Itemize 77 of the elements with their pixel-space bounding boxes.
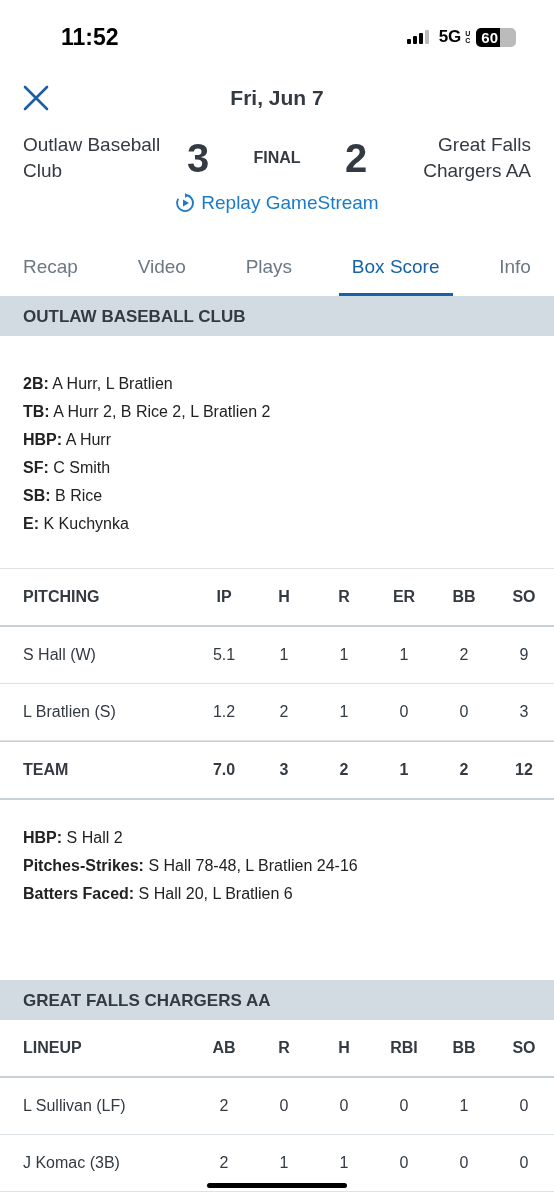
network-label: 5G — [438, 27, 462, 47]
table-cell-text: 1 — [338, 703, 350, 721]
table-cell-text: 0 — [338, 1097, 350, 1115]
table-cell-text: 1 — [398, 761, 410, 779]
stat-note: TB: A Hurr 2, B Rice 2, L Bratlien 2 — [23, 402, 272, 422]
stat-note: E: K Kuchynka — [23, 514, 130, 534]
table-cell-text: 1 — [338, 646, 350, 664]
column-header: AB — [211, 1039, 237, 1057]
tab[interactable]: Plays — [232, 248, 306, 296]
table-cell-text: 0 — [278, 1097, 290, 1115]
table-cell-text: 0 — [458, 1154, 470, 1172]
team-score: 3 — [185, 135, 211, 181]
column-header: SO — [511, 588, 537, 606]
section-header: OUTLAW BASEBALL CLUB — [0, 296, 554, 336]
replay-icon[interactable] — [175, 193, 196, 213]
stat-note: 2B: A Hurr, L Bratlien — [23, 374, 174, 394]
table-cell-text: 1 — [458, 1097, 470, 1115]
tab[interactable]: Video — [124, 248, 199, 296]
table-cell-text: 1.2 — [211, 703, 237, 721]
status-time: 11:52 — [61, 23, 119, 51]
table-cell-text: 7.0 — [211, 761, 237, 779]
stat-note: Batters Faced: S Hall 20, L Bratlien 6 — [23, 884, 294, 904]
table-cell-text: 12 — [514, 761, 534, 779]
table-cell-text: 9 — [518, 646, 530, 664]
stat-note: SF: C Smith — [23, 458, 112, 478]
table-cell-text: 1 — [278, 1154, 290, 1172]
table-cell-text: 2 — [338, 761, 350, 779]
section-header: GREAT FALLS CHARGERS AA — [0, 980, 554, 1020]
table-cell-text: 0 — [458, 703, 470, 721]
table-cell-text: S Hall (W) — [22, 646, 97, 664]
team-name: Outlaw Baseball Club — [23, 133, 162, 183]
stat-note: SB: B Rice — [23, 486, 104, 506]
table-cell-text: 0 — [518, 1154, 530, 1172]
column-header: RBI — [389, 1039, 419, 1057]
column-header: H — [277, 588, 291, 606]
table-cell-text: 0 — [398, 1097, 410, 1115]
game-status: FINAL — [252, 149, 302, 167]
column-header: PITCHING — [22, 588, 101, 606]
column-header: BB — [451, 588, 477, 606]
table-cell-text: 3 — [278, 761, 290, 779]
table-cell-text: 5.1 — [211, 646, 237, 664]
game-date: Fri, Jun 7 — [230, 86, 324, 110]
table-cell-text: 1 — [338, 1154, 350, 1172]
table-cell-text: 2 — [218, 1154, 230, 1172]
column-header: LINEUP — [22, 1039, 83, 1057]
table-cell-text: 0 — [398, 1154, 410, 1172]
table-cell-text: 2 — [278, 703, 290, 721]
table-cell-text: 2 — [458, 761, 470, 779]
column-header: R — [337, 588, 351, 606]
table-cell-text: 0 — [518, 1097, 530, 1115]
team-name: Great Falls Chargers AA — [422, 133, 531, 183]
table-cell-text: 1 — [398, 646, 410, 664]
battery-level: 60 — [476, 27, 516, 47]
column-header: H — [337, 1039, 351, 1057]
table-cell-text: 2 — [218, 1097, 230, 1115]
table-cell-text: L Bratlien (S) — [22, 703, 117, 721]
signal-icon — [406, 30, 431, 44]
table-cell-text: 2 — [458, 646, 470, 664]
tab[interactable]: Recap — [10, 248, 91, 296]
table-cell-text: 1 — [278, 646, 290, 664]
column-header: BB — [451, 1039, 477, 1057]
stat-note: HBP: A Hurr — [23, 430, 112, 450]
close-icon[interactable] — [23, 85, 49, 111]
table-cell-text: 0 — [398, 703, 410, 721]
column-header: SO — [511, 1039, 537, 1057]
stat-note: Pitches-Strikes: S Hall 78-48, L Bratlien 24-16 — [23, 856, 359, 876]
table-cell-text: J Komac (3B) — [22, 1154, 121, 1172]
table-cell-text: TEAM — [22, 761, 70, 779]
stat-note: HBP: S Hall 2 — [23, 828, 124, 848]
column-header: R — [277, 1039, 291, 1057]
tab[interactable]: Info — [486, 248, 544, 296]
table-cell-text: L Sullivan (LF) — [22, 1097, 127, 1115]
table-cell-text: 3 — [518, 703, 530, 721]
column-header: ER — [391, 588, 417, 606]
replay-link[interactable]: Replay GameStream — [201, 192, 379, 214]
column-header: IP — [215, 588, 233, 606]
team-score: 2 — [343, 135, 369, 181]
